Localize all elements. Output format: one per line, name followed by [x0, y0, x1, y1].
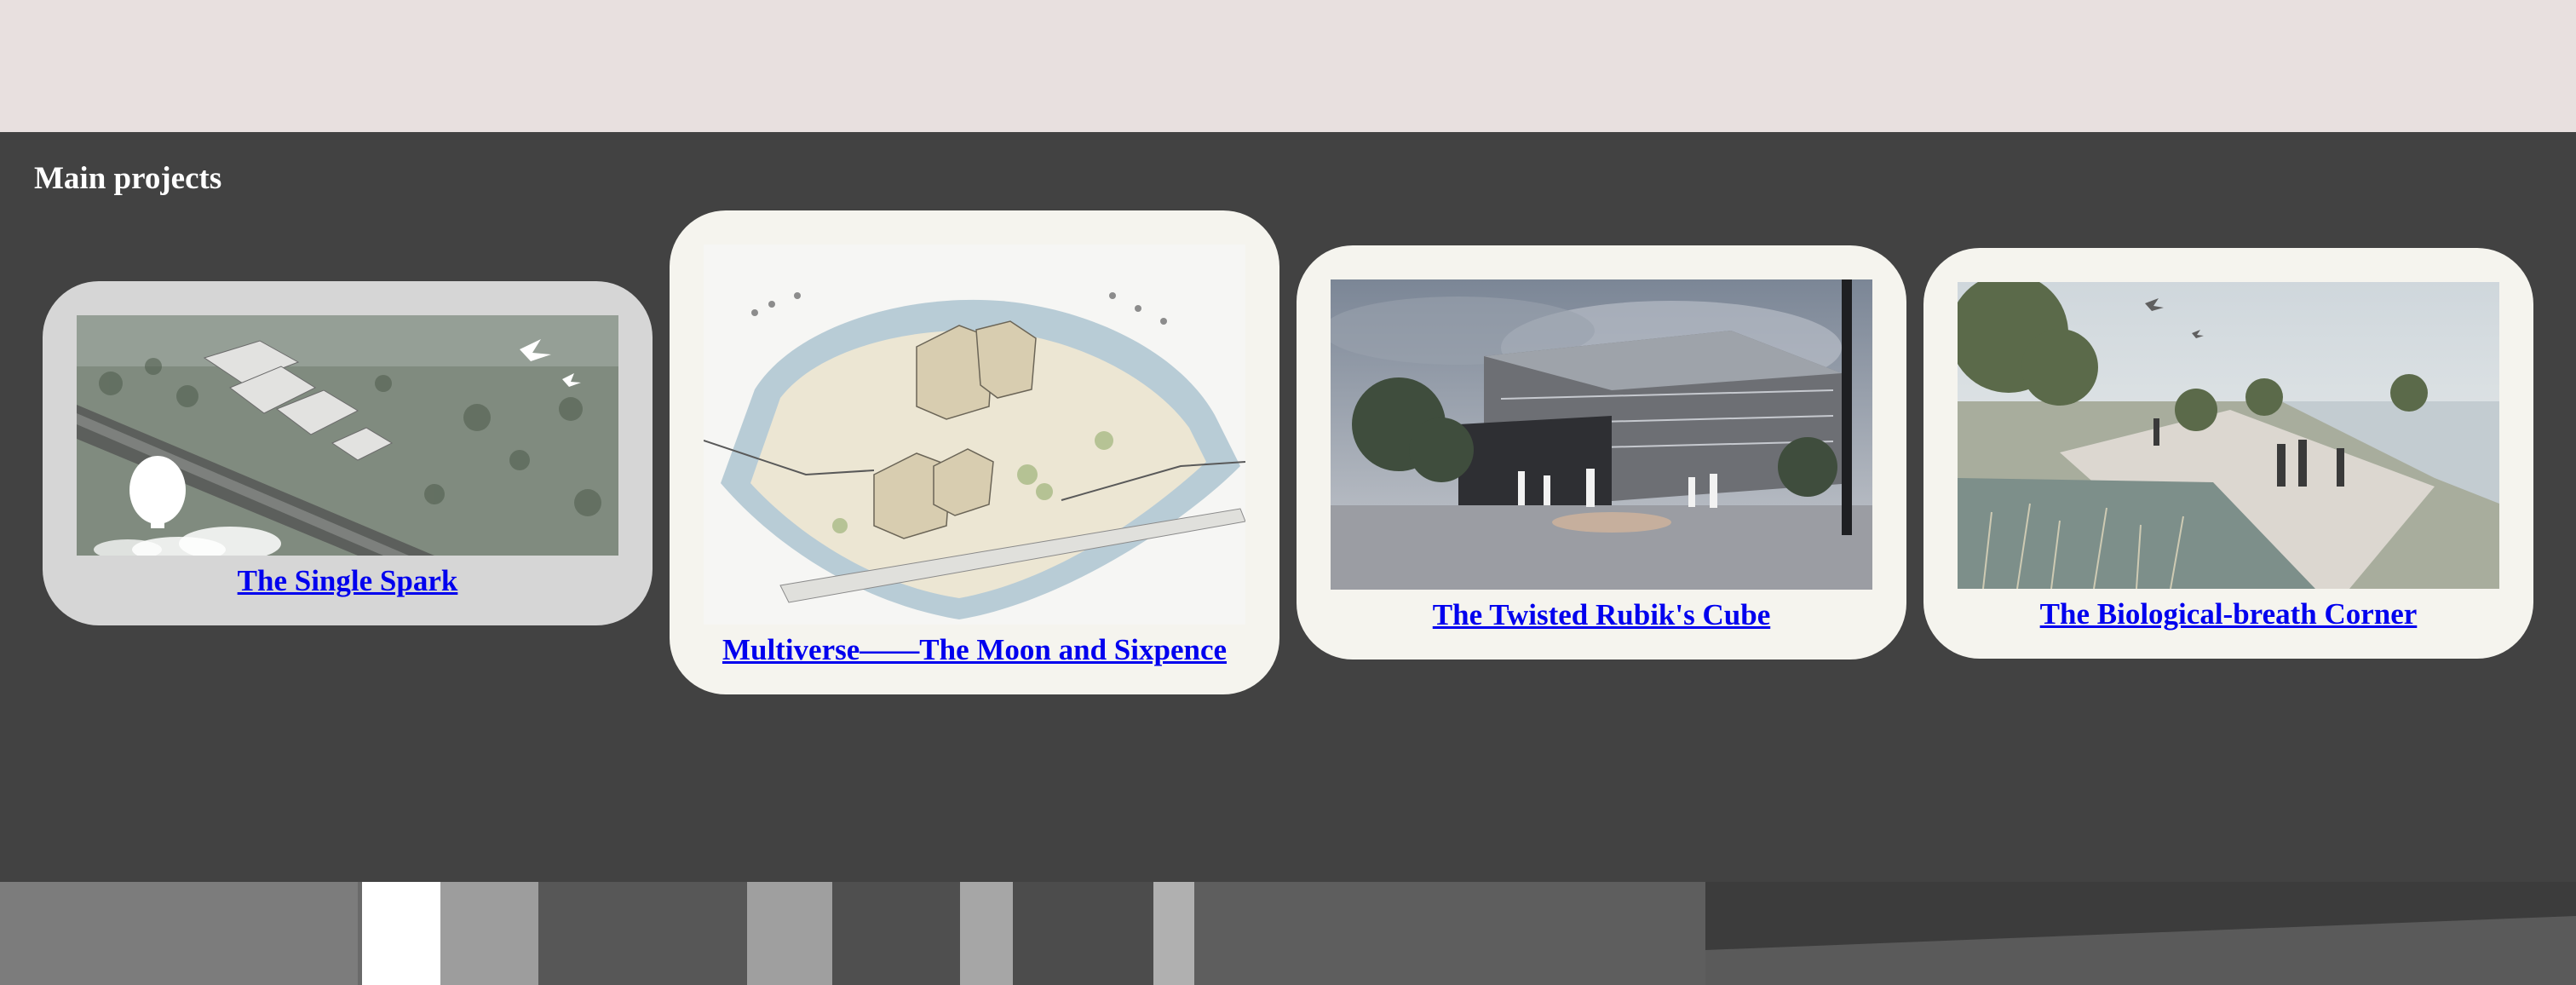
project-title-link[interactable]: The Biological-breath Corner: [2040, 596, 2418, 633]
project-image[interactable]: [704, 245, 1245, 625]
project-card[interactable]: The Single Spark: [43, 281, 653, 625]
project-title-link[interactable]: Multiverse——The Moon and Sixpence: [722, 631, 1227, 669]
background-photo-strip: [0, 882, 2576, 985]
project-image[interactable]: [77, 315, 618, 556]
aerial-site-plan-image: [77, 315, 618, 556]
project-card[interactable]: The Biological-breath Corner: [1923, 248, 2533, 659]
axonometric-island-image: [704, 245, 1245, 625]
project-title-link[interactable]: The Single Spark: [238, 562, 458, 600]
concrete-columns-image: [0, 882, 2576, 985]
project-title-link[interactable]: The Twisted Rubik's Cube: [1433, 596, 1770, 634]
project-card[interactable]: The Twisted Rubik's Cube: [1297, 245, 1906, 660]
section-title: Main projects: [34, 161, 222, 196]
project-image[interactable]: [1331, 279, 1872, 590]
waterfront-park-image: [1958, 282, 2499, 589]
top-banner: [0, 0, 2576, 132]
main-projects-section: Main projects The Single Spark Multivers…: [0, 132, 2576, 882]
project-card[interactable]: Multiverse——The Moon and Sixpence: [670, 210, 1279, 694]
building-exterior-image: [1331, 279, 1872, 590]
project-image[interactable]: [1958, 282, 2499, 589]
